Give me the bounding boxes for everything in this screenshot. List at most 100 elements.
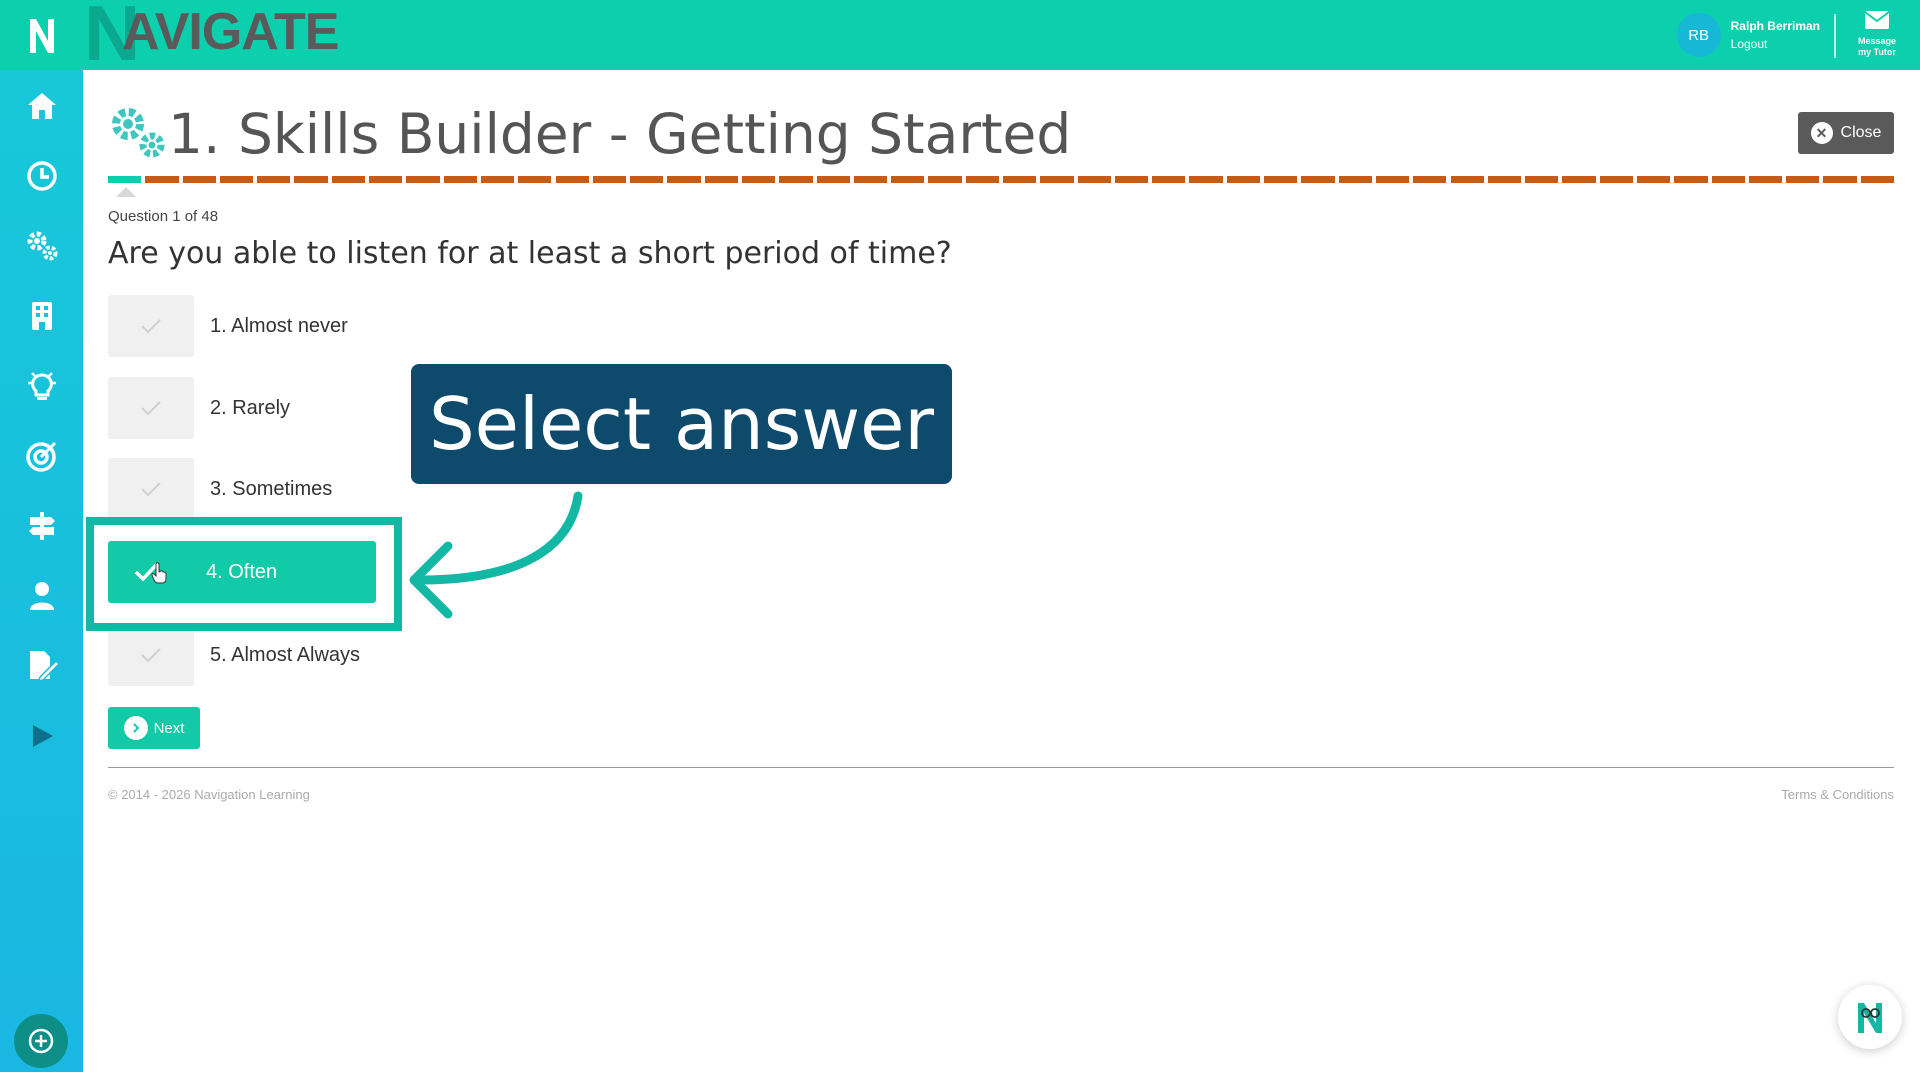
answer-label: 5. Almost Always: [210, 643, 361, 666]
progress-segment: [369, 176, 403, 183]
clock-icon: [27, 161, 57, 191]
sidebar-item-skills[interactable]: [16, 222, 68, 270]
close-label: Close: [1840, 124, 1882, 141]
progress-segment: [1152, 176, 1186, 183]
progress-segment: [480, 176, 515, 183]
sidebar-item-ideas[interactable]: [16, 362, 68, 410]
progress-segment: [108, 176, 142, 183]
progress-segment: [891, 176, 925, 183]
avatar[interactable]: RB: [1676, 13, 1721, 57]
progress-segment: [1674, 176, 1708, 183]
progress-segment: [331, 176, 366, 183]
progress-segment: [816, 176, 850, 183]
progress-segment: [779, 176, 813, 183]
progress-segment: [443, 176, 477, 183]
progress-segment: [1599, 176, 1633, 183]
sidebar-item-videos[interactable]: [16, 712, 68, 760]
answer-option-5[interactable]: 5. Almost Always: [108, 624, 360, 686]
progress-segment: [667, 176, 701, 183]
play-icon: [33, 725, 53, 747]
answer-option-2[interactable]: 2. Rarely: [108, 377, 290, 439]
help-chat-button[interactable]: [1838, 985, 1902, 1049]
user-menu[interactable]: RB Ralph Berriman Logout: [1676, 12, 1820, 58]
progress-segment: [1114, 176, 1149, 183]
answer-highlight-box: [86, 517, 402, 631]
progress-segment: [1487, 176, 1522, 183]
sidebar-item-organisation[interactable]: [16, 292, 68, 340]
person-icon: [30, 582, 54, 610]
sidebar-item-goals[interactable]: [16, 432, 68, 480]
progress-segment: [1748, 176, 1783, 183]
n-logo-icon: [29, 19, 54, 53]
progress-segment: [928, 176, 962, 183]
progress-segment: [1226, 176, 1261, 183]
progress-segment: [555, 176, 589, 183]
terms-link[interactable]: Terms & Conditions: [1781, 787, 1894, 802]
progress-segment: [1003, 176, 1037, 183]
progress-segment: [219, 176, 254, 183]
sidebar-item-home[interactable]: [16, 82, 68, 130]
progress-segment: [1301, 176, 1335, 183]
check-icon: [141, 648, 161, 663]
answer-checkbox[interactable]: [108, 377, 194, 439]
footer-divider: [108, 767, 1894, 768]
progress-segment: [704, 176, 738, 183]
question-count: Question 1 of 48: [108, 208, 219, 225]
next-label: Next: [153, 719, 185, 737]
add-button[interactable]: [14, 1014, 68, 1068]
gears-icon: [27, 231, 58, 261]
top-bar: N AVIGATE RB Ralph Berriman Logout Messa…: [0, 0, 1920, 72]
next-button[interactable]: Next: [108, 707, 200, 749]
progress-segment: [145, 176, 179, 183]
progress-segment: [1823, 176, 1857, 183]
app-logo[interactable]: [0, 0, 83, 70]
sidebar-item-journal[interactable]: [16, 642, 68, 690]
sidebar-item-pathways[interactable]: [16, 502, 68, 550]
gears-icon: [112, 108, 165, 158]
message-tutor-button[interactable]: Message my Tutor: [1846, 10, 1908, 59]
answer-checkbox[interactable]: [108, 295, 194, 357]
progress-segment: [965, 176, 999, 183]
header-divider: [1834, 14, 1836, 58]
check-icon: [141, 401, 161, 416]
edit-document-icon: [30, 651, 58, 683]
answer-option-3[interactable]: 3. Sometimes: [108, 458, 332, 520]
progress-segment: [1786, 176, 1820, 183]
check-icon: [141, 319, 161, 334]
progress-segment: [1450, 176, 1484, 183]
progress-segment: [592, 176, 627, 183]
home-icon: [28, 93, 56, 119]
progress-segment: [1077, 176, 1111, 183]
answer-checkbox[interactable]: [108, 624, 194, 686]
close-icon: ✕: [1810, 122, 1833, 144]
progress-segment: [1189, 176, 1223, 183]
sidebar-item-history[interactable]: [16, 152, 68, 200]
progress-segment: [294, 176, 328, 183]
progress-segment: [406, 176, 440, 183]
progress-segment: [853, 176, 888, 183]
target-icon: [26, 441, 57, 472]
user-name: Ralph Berriman: [1730, 19, 1820, 33]
sidebar-item-profile[interactable]: [16, 572, 68, 620]
progress-segment: [518, 176, 552, 183]
logout-link[interactable]: Logout: [1731, 37, 1820, 51]
progress-marker: [116, 187, 136, 197]
progress-segment: [182, 176, 216, 183]
progress-segment: [1040, 176, 1074, 183]
lightbulb-icon: [28, 372, 56, 400]
progress-segment: [257, 176, 291, 183]
question-progress-bar: [108, 176, 1894, 183]
question-text: Are you able to listen for at least a sh…: [108, 236, 952, 271]
close-button[interactable]: ✕ Close: [1798, 112, 1894, 154]
progress-segment: [1636, 176, 1671, 183]
assistant-avatar-icon: [1858, 1003, 1882, 1033]
answer-option-1[interactable]: 1. Almost never: [108, 295, 348, 357]
sidebar: [0, 70, 83, 1072]
check-icon: [141, 482, 161, 497]
message-tutor-label-2: my Tutor: [1858, 47, 1896, 57]
answer-label: 2. Rarely: [210, 396, 291, 419]
building-icon: [32, 302, 52, 330]
copyright-text: © 2014 - 2026 Navigation Learning: [108, 787, 310, 802]
answer-checkbox[interactable]: [108, 458, 194, 520]
progress-segment: [630, 176, 664, 183]
